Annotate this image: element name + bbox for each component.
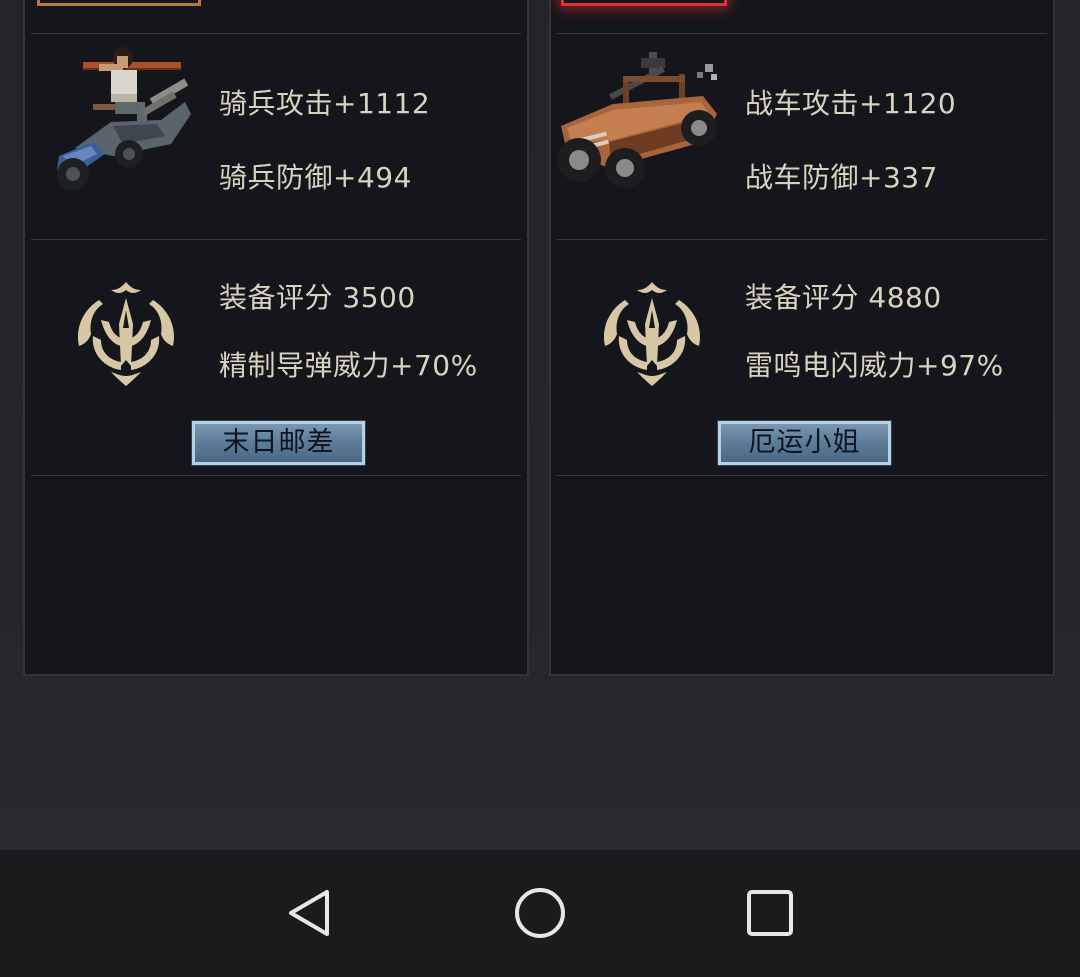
divider <box>31 33 521 34</box>
skill-power-bonus: 雷鸣电闪威力+97% <box>745 349 1004 382</box>
home-circle-icon[interactable] <box>505 878 575 948</box>
equipment-score: 装备评分 3500 <box>219 281 416 314</box>
right-card-top-frame <box>561 0 727 6</box>
recents-square-icon[interactable] <box>735 878 805 948</box>
cavalry-defense-stat: 骑兵防御+494 <box>219 161 412 194</box>
armored-buggy-icon <box>557 52 717 188</box>
chariot-attack-stat: 战车攻击+1120 <box>745 87 957 120</box>
divider <box>557 33 1047 34</box>
hero-name-button[interactable]: 厄运小姐 <box>717 420 892 466</box>
trident-emblem-icon <box>77 282 175 386</box>
divider <box>557 475 1047 476</box>
divider <box>31 239 521 240</box>
system-navigation-bar <box>0 850 1080 977</box>
hero-name-button[interactable]: 末日邮差 <box>191 420 366 466</box>
skill-power-bonus: 精制导弹威力+70% <box>219 349 478 382</box>
left-hero-card: 骑兵攻击+1112 骑兵防御+494 装备评分 3500 精制导弹威力+70% … <box>23 0 529 676</box>
motorcycle-rider-icon <box>57 47 191 190</box>
trident-emblem-icon <box>603 282 701 386</box>
right-hero-card: 战车攻击+1120 战车防御+337 装备评分 4880 雷鸣电闪威力+97% … <box>549 0 1055 676</box>
divider <box>557 239 1047 240</box>
game-screen: 骑兵攻击+1112 骑兵防御+494 装备评分 3500 精制导弹威力+70% … <box>0 0 1080 977</box>
left-card-top-frame <box>37 0 201 6</box>
back-triangle-icon[interactable] <box>275 878 345 948</box>
equipment-score: 装备评分 4880 <box>745 281 942 314</box>
divider <box>31 475 521 476</box>
chariot-defense-stat: 战车防御+337 <box>745 161 938 194</box>
cavalry-attack-stat: 骑兵攻击+1112 <box>219 87 431 120</box>
